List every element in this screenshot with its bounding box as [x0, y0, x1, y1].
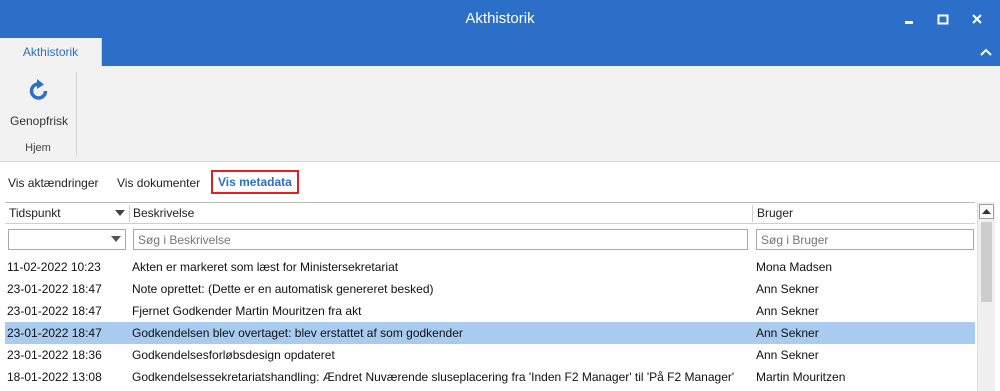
- tab-vis-metadata[interactable]: Vis metadata: [211, 170, 299, 194]
- sort-dropdown-icon[interactable]: [115, 210, 125, 218]
- description-cell: Fjernet Godkender Martin Mouritzen fra a…: [132, 304, 362, 318]
- time-cell: 18-01-2022 13:08: [7, 370, 102, 384]
- scroll-up-button[interactable]: [979, 204, 994, 219]
- table-row[interactable]: 23-01-2022 18:47 Fjernet Godkender Marti…: [5, 300, 975, 322]
- refresh-button[interactable]: Genopfrisk: [6, 72, 72, 128]
- refresh-icon: [29, 79, 48, 100]
- description-cell: Note oprettet: (Dette er en automatisk g…: [132, 282, 434, 296]
- time-cell: 23-01-2022 18:36: [7, 348, 102, 362]
- column-header-description[interactable]: Beskrivelse: [133, 206, 194, 220]
- column-header-time[interactable]: Tidspunkt: [9, 206, 61, 220]
- scrollbar-thumb[interactable]: [981, 222, 992, 302]
- ribbon: Genopfrisk Hjem: [0, 66, 1000, 162]
- minimize-button[interactable]: [898, 10, 920, 30]
- description-cell: Godkendelsesforløbsdesign opdateret: [132, 348, 335, 362]
- grid-header: Tidspunkt Beskrivelse Bruger: [5, 202, 975, 224]
- ribbon-tab-strip: Akthistorik: [0, 38, 1000, 66]
- column-divider[interactable]: [129, 205, 130, 222]
- arrow-up-icon: [982, 209, 991, 214]
- table-row[interactable]: 11-02-2022 10:23 Akten er markeret som l…: [5, 256, 975, 278]
- table-row[interactable]: 18-01-2022 13:08 Godkendelsessekretariat…: [5, 366, 975, 388]
- title-bar: Akthistorik: [0, 0, 1000, 38]
- description-cell: Akten er markeret som læst for Ministers…: [132, 260, 399, 274]
- description-cell: Godkendelsessekretariatshandling: Ændret…: [132, 370, 735, 384]
- time-cell: 23-01-2022 18:47: [7, 326, 102, 340]
- minimize-icon: [905, 21, 913, 24]
- close-icon: [972, 14, 982, 24]
- tab-vis-dokumenter[interactable]: Vis dokumenter: [117, 176, 200, 190]
- table-row-selected[interactable]: 23-01-2022 18:47 Godkendelsen blev overt…: [5, 322, 975, 344]
- tab-vis-aktaendringer[interactable]: Vis aktændringer: [8, 176, 99, 190]
- user-cell: Ann Sekner: [756, 282, 819, 296]
- time-cell: 23-01-2022 18:47: [7, 304, 102, 318]
- history-grid: Tidspunkt Beskrivelse Bruger 11-02-2022 …: [5, 202, 975, 391]
- refresh-label: Genopfrisk: [9, 114, 69, 128]
- group-divider: [76, 72, 77, 156]
- column-header-user[interactable]: Bruger: [757, 206, 793, 220]
- user-cell: Martin Mouritzen: [756, 370, 846, 384]
- user-cell: Ann Sekner: [756, 348, 819, 362]
- time-cell: 11-02-2022 10:23: [7, 260, 101, 274]
- vertical-scrollbar[interactable]: [977, 202, 995, 391]
- window-title: Akthistorik: [465, 10, 535, 27]
- description-search-input[interactable]: [133, 229, 748, 250]
- table-row[interactable]: 23-01-2022 18:36 Godkendelsesforløbsdesi…: [5, 344, 975, 366]
- collapse-ribbon-button[interactable]: [978, 44, 994, 60]
- chevron-down-icon: [111, 236, 121, 242]
- view-tabs: Vis aktændringer Vis dokumenter Vis meta…: [0, 170, 1000, 198]
- maximize-icon: [937, 14, 949, 25]
- ribbon-group-label: Hjem: [25, 142, 51, 154]
- user-cell: Ann Sekner: [756, 326, 819, 340]
- time-cell: 23-01-2022 18:47: [7, 282, 102, 296]
- column-divider[interactable]: [752, 205, 753, 222]
- user-cell: Mona Madsen: [756, 260, 833, 274]
- user-search-input[interactable]: [756, 229, 974, 250]
- chevron-up-icon: [980, 48, 992, 56]
- maximize-button[interactable]: [932, 10, 954, 30]
- tab-akthistorik[interactable]: Akthistorik: [0, 38, 102, 66]
- close-button[interactable]: [966, 10, 988, 30]
- description-cell: Godkendelsen blev overtaget: blev erstat…: [132, 326, 463, 340]
- user-cell: Ann Sekner: [756, 304, 819, 318]
- time-filter-dropdown[interactable]: [8, 229, 126, 250]
- table-row[interactable]: 23-01-2022 18:47 Note oprettet: (Dette e…: [5, 278, 975, 300]
